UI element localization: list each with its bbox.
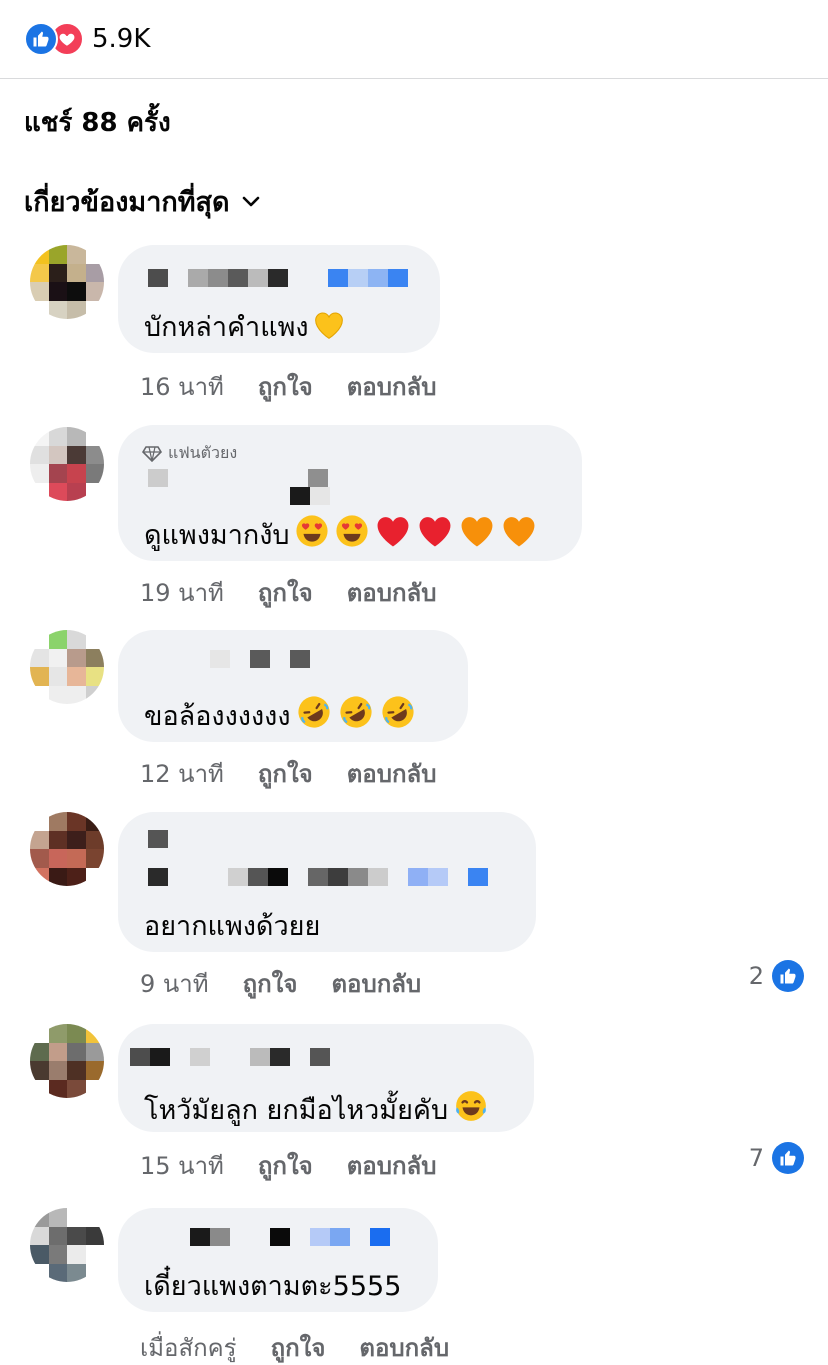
like-link[interactable]: ถูกใจ [271,1328,326,1365]
like-link[interactable]: ถูกใจ [258,1146,313,1185]
comment-meta: 9 นาที ถูกใจ ตอบกลับ [140,964,421,1003]
like-link[interactable]: ถูกใจ [258,754,313,793]
comment-bubble[interactable]: ขอล้องงงงงง [118,630,468,742]
avatar[interactable] [30,427,104,501]
orange-heart-icon [458,514,496,555]
yellow-heart-icon [313,310,345,347]
author-name-redacted[interactable] [170,1228,390,1246]
reply-link[interactable]: ตอบกลับ [359,1328,449,1365]
avatar[interactable] [30,1024,104,1098]
author-name-redacted-line2 [290,487,330,505]
comment-like-count[interactable]: 2 [749,960,804,992]
comment-time[interactable]: 12 นาที [140,754,224,793]
reply-link[interactable]: ตอบกลับ [347,367,437,406]
author-name-redacted-line2 [148,868,488,886]
comment-meta: เมื่อสักครู่ ถูกใจ ตอบกลับ [140,1328,449,1365]
like-count: 7 [748,1144,764,1172]
author-name-redacted[interactable] [148,269,408,287]
reaction-count: 5.9K [92,24,151,54]
reaction-summary[interactable]: 5.9K [24,22,150,56]
avatar[interactable] [30,245,104,319]
like-link[interactable]: ถูกใจ [258,573,313,612]
divider [0,78,828,79]
like-link[interactable]: ถูกใจ [258,367,313,406]
avatar[interactable] [30,812,104,886]
sort-selector[interactable]: เกี่ยวข้องมากที่สุด [24,180,260,223]
badge-label: แฟนตัวยง [168,443,238,462]
comment-like-count[interactable]: 7 [749,1142,804,1174]
comment-time[interactable]: เมื่อสักครู่ [140,1328,237,1365]
author-name-redacted[interactable] [130,1048,330,1066]
comment-text: บักหล่าคำแพง [144,305,345,348]
top-fan-badge: แฟนตัวยง [142,441,237,466]
red-heart-icon [374,514,412,555]
comment-bubble[interactable]: แฟนตัวยง ดูแพงมากงับ [118,425,582,561]
comment-text: ดูแพงมากงับ [144,513,538,556]
comment-bubble[interactable]: โหวัมัยลูก ยกมือไหวมั้ยคับ [118,1024,534,1132]
comment-meta: 15 นาที ถูกใจ ตอบกลับ [140,1146,436,1185]
comment-text: โหวัมัยลูก ยกมือไหวมั้ยคับ [144,1088,490,1131]
tears-of-joy-icon [452,1089,490,1130]
comment-bubble[interactable]: เดี๋ยวแพงตามตะ5555 [118,1208,438,1312]
share-count[interactable]: แชร์ 88 ครั้ง [24,102,171,143]
orange-heart-icon [500,514,538,555]
comment-time[interactable]: 9 นาที [140,964,209,1003]
sort-label: เกี่ยวข้องมากที่สุด [24,187,230,218]
comment-meta: 19 นาที ถูกใจ ตอบกลับ [140,573,436,612]
comment-meta: 16 นาที ถูกใจ ตอบกลับ [140,367,436,406]
avatar[interactable] [30,630,104,704]
rofl-icon [379,695,417,736]
red-heart-icon [416,514,454,555]
comment-time[interactable]: 19 นาที [140,573,224,612]
comment-text: อยากแพงด้วยย [144,911,321,942]
comment-bubble[interactable]: อยากแพงด้วยย [118,812,536,952]
comment-text: เดี๋ยวแพงตามตะ5555 [144,1271,402,1302]
author-name-redacted[interactable] [148,469,328,487]
rofl-icon [337,695,375,736]
reply-link[interactable]: ตอบกลับ [347,754,437,793]
heart-eyes-icon [294,514,330,555]
reply-link[interactable]: ตอบกลับ [331,964,421,1003]
rofl-icon [295,695,333,736]
like-link[interactable]: ถูกใจ [243,964,298,1003]
reply-link[interactable]: ตอบกลับ [347,1146,437,1185]
comment-bubble[interactable]: บักหล่าคำแพง [118,245,440,353]
like-icon [772,960,804,992]
comment-time[interactable]: 16 นาที [140,367,224,406]
like-count: 2 [748,962,764,990]
author-name-redacted[interactable] [210,650,310,668]
comment-time[interactable]: 15 นาที [140,1146,224,1185]
reply-link[interactable]: ตอบกลับ [347,573,437,612]
comment-meta: 12 นาที ถูกใจ ตอบกลับ [140,754,436,793]
heart-eyes-icon [334,514,370,555]
comment-text: ขอล้องงงงงง [144,694,417,737]
like-icon [772,1142,804,1174]
author-name-redacted[interactable] [148,830,168,848]
like-icon [24,22,58,56]
diamond-icon [142,445,162,462]
avatar[interactable] [30,1208,104,1282]
chevron-down-icon [242,196,259,206]
